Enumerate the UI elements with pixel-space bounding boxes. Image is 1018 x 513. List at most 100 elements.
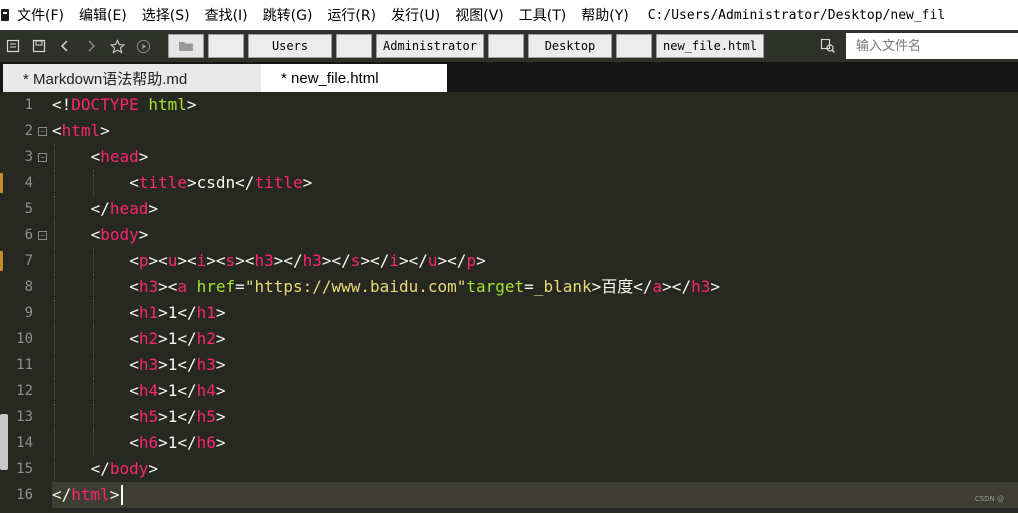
code-token: html <box>148 95 187 114</box>
code-token: s <box>350 251 361 270</box>
menu-select[interactable]: 选择(S) <box>142 5 190 25</box>
search-icon[interactable] <box>810 31 846 61</box>
code-token: h5 <box>138 407 159 426</box>
code-line[interactable]: </head> <box>52 196 158 222</box>
code-line[interactable]: <h3>1</h3> <box>52 352 225 378</box>
code-line[interactable]: <h6>1</h6> <box>52 430 226 456</box>
tab-new-file[interactable]: * new_file.html <box>261 64 447 92</box>
menu-help[interactable]: 帮助(Y) <box>581 5 628 25</box>
code-line[interactable]: </html> <box>52 482 119 508</box>
code-token: >< <box>235 251 255 270</box>
code-token: html <box>71 485 110 504</box>
code-token: > <box>476 251 486 270</box>
code-token: < <box>129 277 139 296</box>
menu-find[interactable]: 查找(I) <box>205 5 248 25</box>
menu-file[interactable]: 文件(F) <box>17 5 64 25</box>
code-token: </ <box>177 329 197 348</box>
save-icon[interactable] <box>26 31 52 61</box>
code-token: </ <box>633 277 653 296</box>
fold-toggle-icon[interactable]: − <box>38 127 47 136</box>
code-token: < <box>52 121 62 140</box>
menu-view[interactable]: 视图(V) <box>455 5 504 25</box>
code-token: </ <box>90 459 110 478</box>
line-number: 4 <box>24 175 33 191</box>
code-token: h3 <box>138 355 159 374</box>
line-number: 6 <box>24 227 33 243</box>
breadcrumb-separator[interactable] <box>488 34 524 58</box>
menu-tools[interactable]: 工具(T) <box>519 5 566 25</box>
code-token: DOCTYPE <box>71 95 139 114</box>
code-line[interactable]: <h4>1</h4> <box>52 378 225 404</box>
code-token: > <box>109 485 120 504</box>
code-token: > <box>215 407 226 426</box>
code-editor[interactable]: 1 2−3−4 5 6−7 8 9 10 11 12 13 14 15 16 CSDN @ <!DOCT… <box>0 92 1018 513</box>
code-token: ></ <box>273 251 303 270</box>
code-line[interactable]: <h5>1</h5> <box>52 404 226 430</box>
line-number: 8 <box>24 279 33 295</box>
code-line[interactable]: <p><u><i><s><h3></h3></s></i></u></p> <box>52 248 486 274</box>
forward-icon[interactable] <box>78 31 104 61</box>
breadcrumb-new-file[interactable]: new_file.html <box>656 34 764 58</box>
save-list-icon[interactable] <box>0 31 26 61</box>
line-number: 12 <box>16 383 33 399</box>
breadcrumb-users[interactable]: Users <box>248 34 332 58</box>
code-token: < <box>90 147 101 166</box>
modified-line-marker <box>0 251 3 271</box>
line-number: 10 <box>16 331 33 347</box>
breadcrumb-separator[interactable] <box>616 34 652 58</box>
code-token: </ <box>177 433 197 452</box>
breadcrumb-separator[interactable] <box>208 34 244 58</box>
code-line[interactable]: <h1>1</h1> <box>52 300 225 326</box>
line-number: 2 <box>24 123 33 139</box>
code-line[interactable]: <html> <box>52 118 110 144</box>
menu-edit[interactable]: 编辑(E) <box>79 5 127 25</box>
code-line[interactable]: <h2>1</h2> <box>52 326 226 352</box>
code-token: > <box>100 121 110 140</box>
code-token: ></ <box>360 251 390 270</box>
code-token: h4 <box>138 381 159 400</box>
code-line[interactable]: <h3><a href="https://www.baidu.com"targe… <box>52 274 720 300</box>
code-token: ></ <box>398 251 428 270</box>
app-logo-icon <box>1 8 11 22</box>
code-line[interactable]: </body> <box>52 456 158 482</box>
code-token: </ <box>52 485 72 504</box>
watermark: CSDN @ <box>974 495 1004 503</box>
breadcrumb-administrator[interactable]: Administrator <box>376 34 484 58</box>
code-token: h2 <box>196 329 216 348</box>
code-token: < <box>129 173 139 192</box>
code-token: html <box>61 121 101 140</box>
code-token: </ <box>177 381 197 400</box>
menu-bar: 文件(F) 编辑(E) 选择(S) 查找(I) 跳转(G) 运行(R) 发行(U… <box>0 0 1018 30</box>
menu-goto[interactable]: 跳转(G) <box>263 5 313 25</box>
back-icon[interactable] <box>52 31 78 61</box>
code-token: csdn <box>196 173 236 192</box>
code-token: > <box>215 329 226 348</box>
play-icon[interactable] <box>130 31 156 61</box>
line-number: 1 <box>24 97 33 113</box>
breadcrumb-separator[interactable] <box>336 34 372 58</box>
menu-publish[interactable]: 发行(U) <box>391 5 440 25</box>
menu-run[interactable]: 运行(R) <box>327 5 376 25</box>
file-search-input[interactable] <box>846 33 1018 59</box>
code-token: a <box>652 277 663 296</box>
code-line[interactable]: <body> <box>52 222 149 248</box>
text-caret <box>120 485 123 505</box>
star-icon[interactable] <box>104 31 130 61</box>
tab-bar: * Markdown语法帮助.md * new_file.html <box>0 62 1018 92</box>
fold-toggle-icon[interactable]: − <box>38 153 47 162</box>
code-line[interactable]: <head> <box>52 144 149 170</box>
code-line[interactable]: <!DOCTYPE html> <box>52 92 197 118</box>
code-line[interactable]: <title>csdn</title> <box>52 170 312 196</box>
code-token: title <box>138 173 187 192</box>
code-token: </ <box>177 303 197 322</box>
code-token: > <box>148 199 159 218</box>
folder-icon[interactable] <box>168 34 204 58</box>
code-token: > <box>215 433 226 452</box>
code-token: h3 <box>691 277 711 296</box>
code-token: > <box>148 459 159 478</box>
minimap-handle[interactable] <box>0 414 8 470</box>
tab-markdown-help[interactable]: * Markdown语法帮助.md <box>3 64 261 92</box>
fold-toggle-icon[interactable]: − <box>38 231 47 240</box>
breadcrumb-desktop[interactable]: Desktop <box>528 34 612 58</box>
